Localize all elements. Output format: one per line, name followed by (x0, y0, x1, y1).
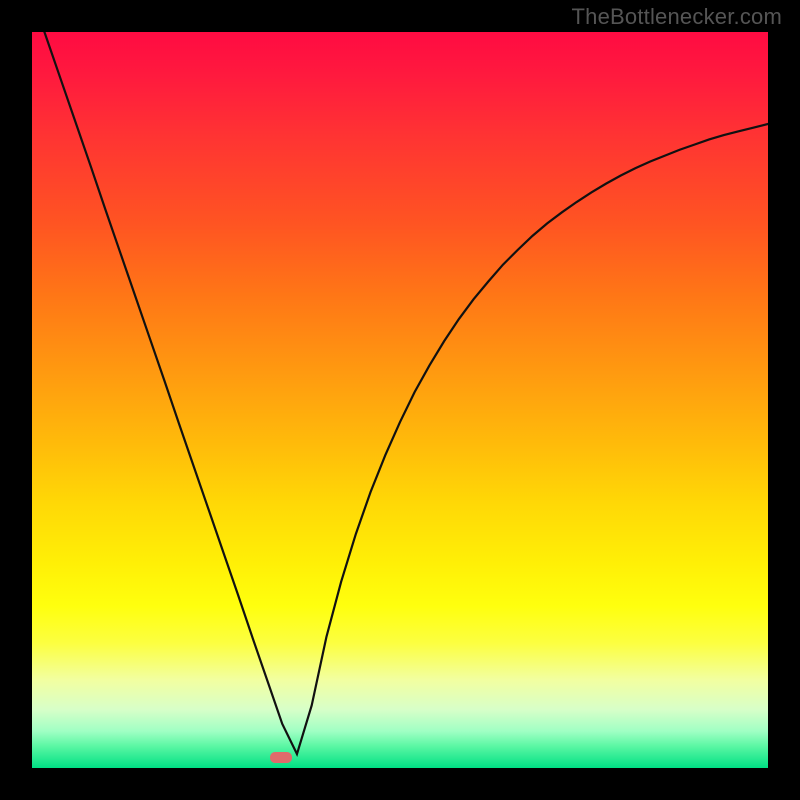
bottleneck-curve (32, 32, 768, 768)
minimum-marker (270, 752, 292, 763)
chart-frame: TheBottlenecker.com (0, 0, 800, 800)
plot-area (32, 32, 768, 768)
watermark-text: TheBottlenecker.com (572, 4, 782, 30)
